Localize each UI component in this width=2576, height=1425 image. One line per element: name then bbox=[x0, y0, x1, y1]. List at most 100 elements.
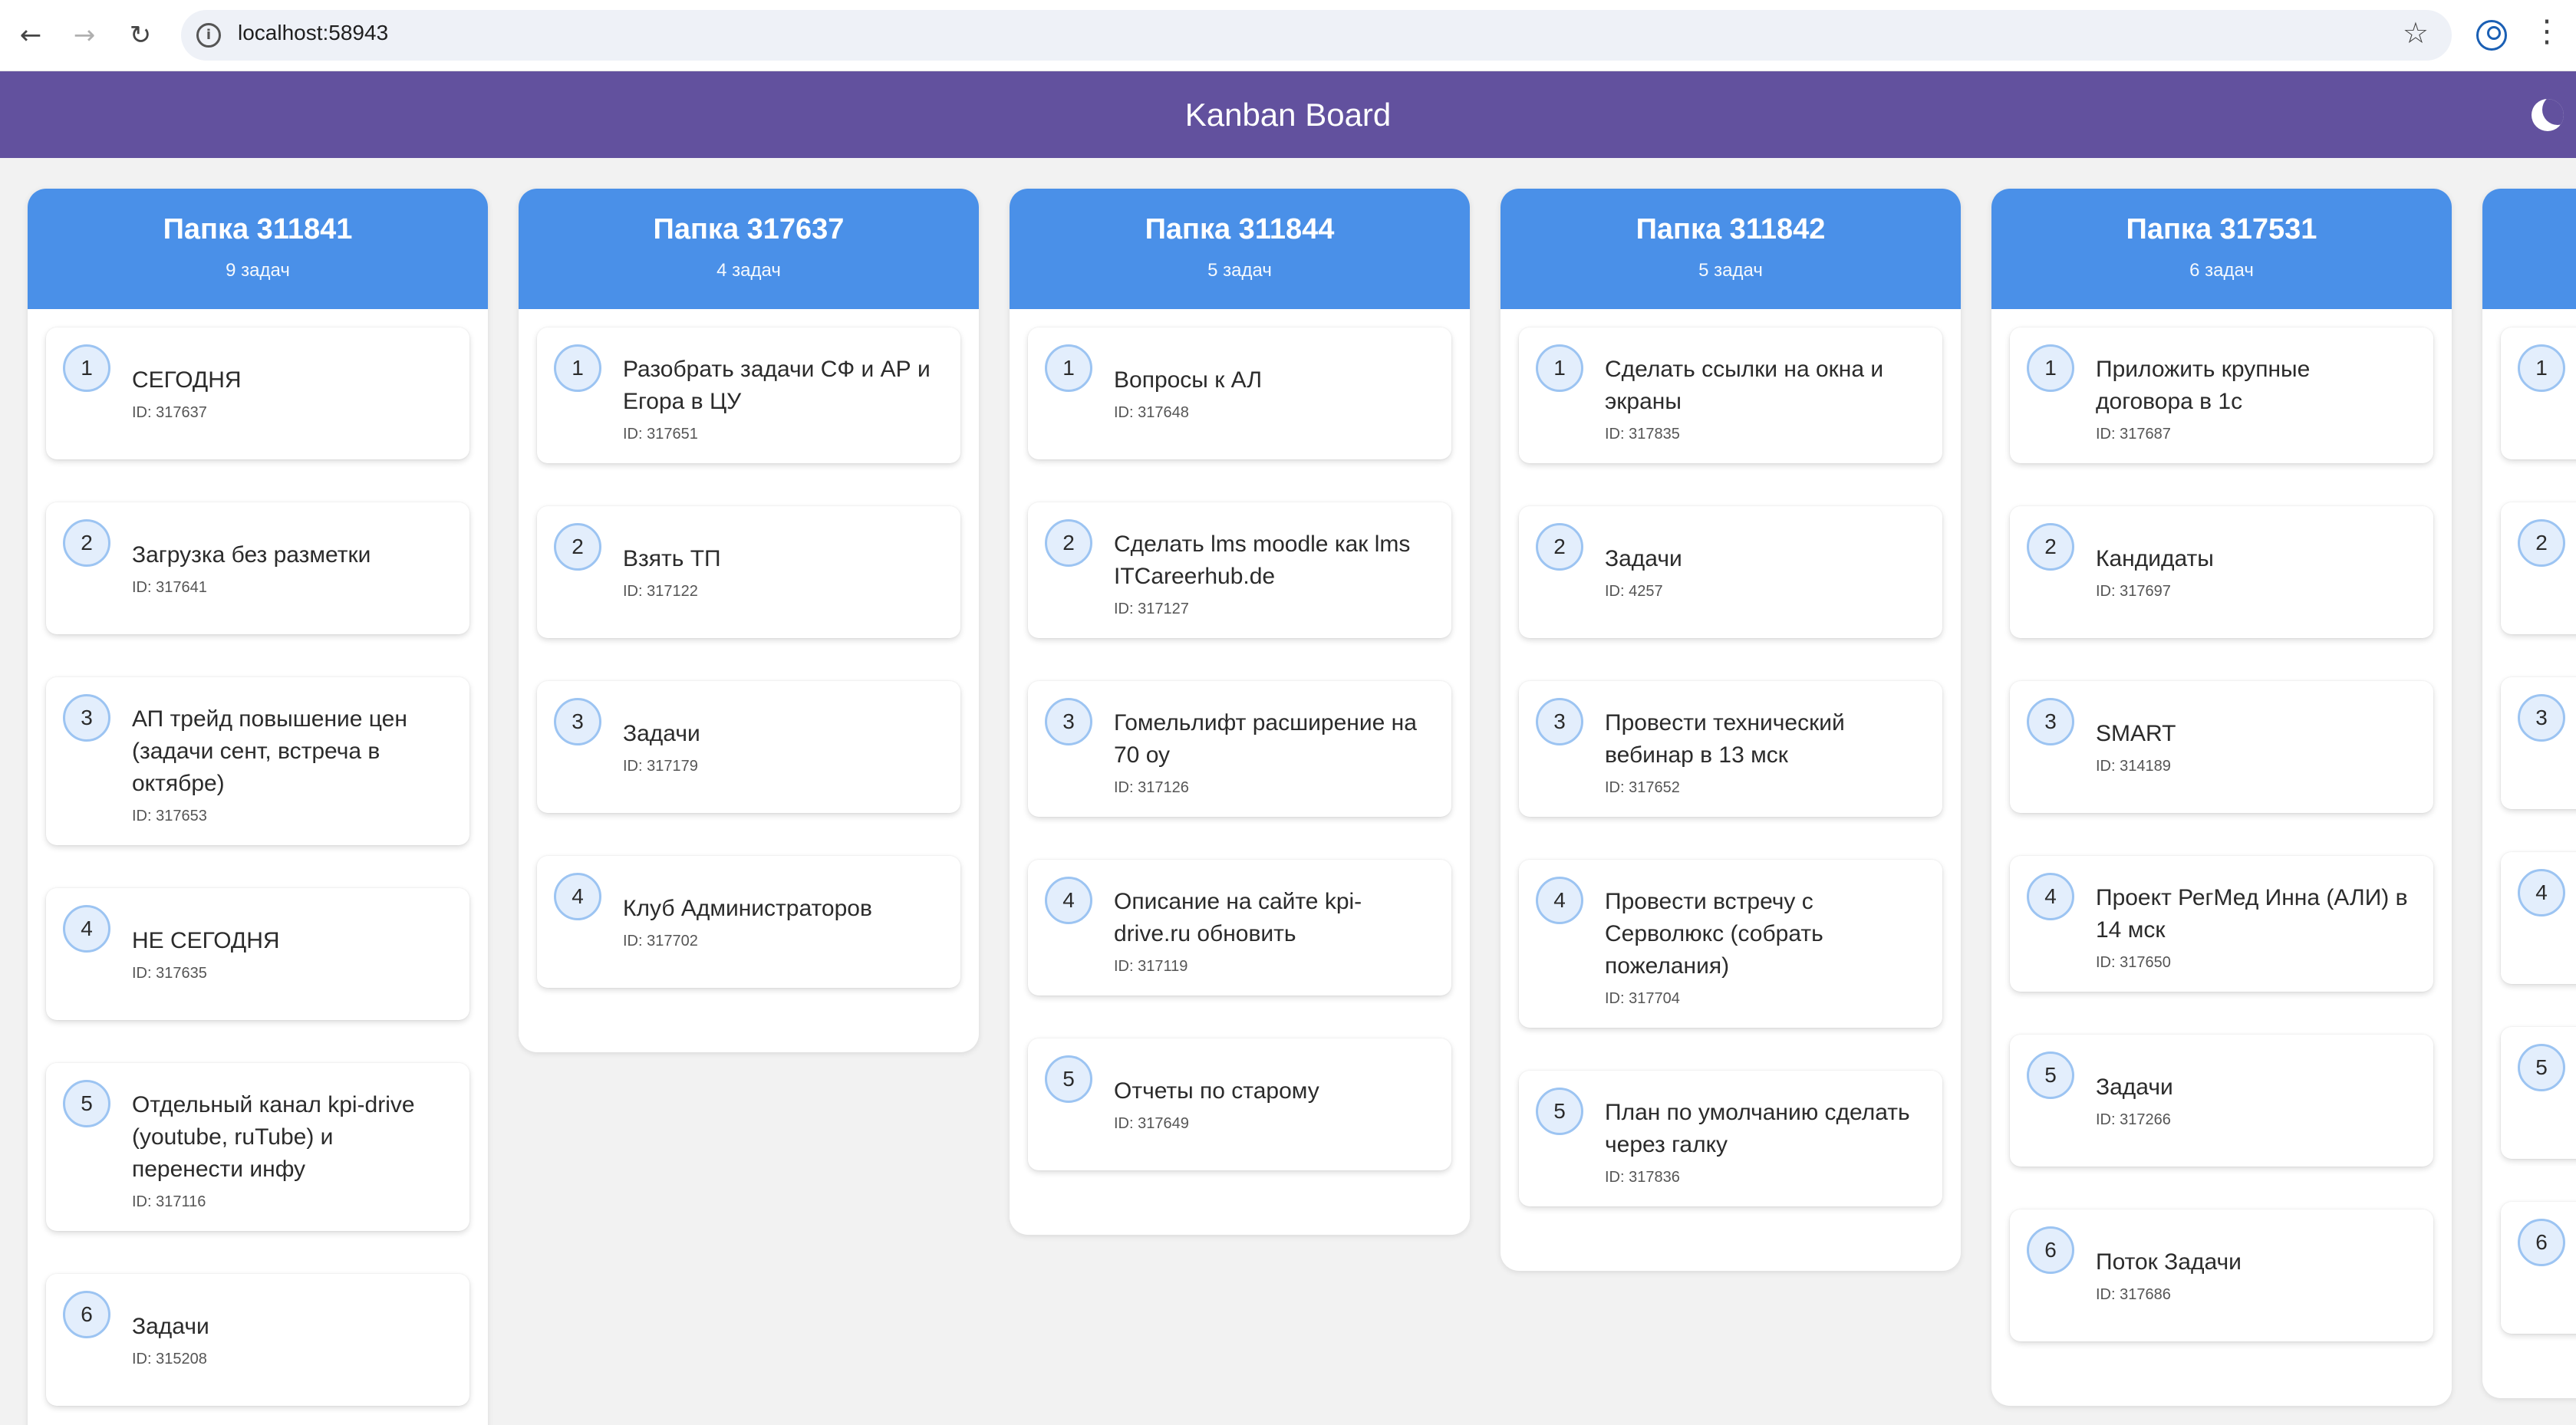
task-number-badge: 1 bbox=[2027, 344, 2074, 392]
task-number-badge: 5 bbox=[2027, 1051, 2074, 1099]
address-bar[interactable]: i localhost:58943 ☆ bbox=[181, 10, 2452, 61]
column-header[interactable]: Папка 311842 5 задач bbox=[1500, 189, 1961, 309]
task-card[interactable]: 2 Загрузка без разметки ID: 317641 bbox=[46, 502, 469, 634]
task-title: Поток Задачи bbox=[2096, 1249, 2242, 1275]
task-card[interactable]: 5 План по умолчанию сделать через галку ID… bbox=[1519, 1071, 1942, 1206]
task-card[interactable]: 3 Провести технический вебинар в 13 мск ID… bbox=[1519, 681, 1942, 817]
task-number-badge: 4 bbox=[2518, 869, 2565, 917]
column-header[interactable] bbox=[2482, 189, 2576, 309]
task-card[interactable]: 4 Проект РегМед Инна (АЛИ) в 14 мск ID: 31… bbox=[2010, 856, 2433, 992]
column-header[interactable]: Папка 317637 4 задач bbox=[519, 189, 979, 309]
browser-menu-icon[interactable]: ⋮ bbox=[2532, 14, 2562, 49]
profile-icon[interactable] bbox=[2476, 20, 2507, 51]
column-header[interactable]: Папка 311841 9 задач bbox=[28, 189, 488, 309]
task-title: Кандидаты bbox=[2096, 546, 2214, 571]
task-title: Сделать lms moodle как lms ITCareerhub.d… bbox=[1114, 531, 1411, 589]
kanban-board: Папка 311841 9 задач 1 СЕГОДНЯ ID: 317637 2 За… bbox=[0, 158, 2576, 1425]
task-card[interactable]: 2 bbox=[2501, 502, 2576, 634]
task-card[interactable]: 4 Клуб Администраторов ID: 317702 bbox=[537, 856, 960, 988]
task-title: Провести встречу с Серволюкс (собрать по… bbox=[1605, 889, 1823, 979]
task-card[interactable]: 3 Задачи ID: 317179 bbox=[537, 681, 960, 813]
task-card[interactable]: 2 Кандидаты ID: 317697 bbox=[2010, 506, 2433, 638]
task-card[interactable]: 2 Сделать lms moodle как lms ITCareerhub.… bbox=[1028, 502, 1451, 638]
task-id: ID: 4257 bbox=[1605, 583, 1663, 600]
column-title: Папка 317637 bbox=[653, 213, 845, 245]
bookmark-star-icon[interactable]: ☆ bbox=[2403, 16, 2429, 50]
kanban-column: 1 2 3 4 5 6 bbox=[2482, 189, 2576, 1398]
task-id: ID: 317179 bbox=[623, 758, 698, 775]
task-number-badge: 2 bbox=[63, 519, 110, 567]
task-title: План по умолчанию сделать через галку bbox=[1605, 1100, 1910, 1157]
column-body: 1 СЕГОДНЯ ID: 317637 2 Загрузка без разметки… bbox=[28, 309, 488, 1425]
task-id: ID: 317653 bbox=[132, 808, 207, 824]
column-task-count: 4 задач bbox=[716, 260, 781, 281]
task-title: Приложить крупные договора в 1с bbox=[2096, 357, 2311, 414]
task-card[interactable]: 1 Приложить крупные договора в 1с ID: 3176… bbox=[2010, 327, 2433, 463]
task-number-badge: 4 bbox=[2027, 873, 2074, 920]
kanban-column: Папка 311841 9 задач 1 СЕГОДНЯ ID: 317637 2 За… bbox=[28, 189, 488, 1425]
task-card[interactable]: 1 bbox=[2501, 327, 2576, 459]
task-card[interactable]: 1 Сделать ссылки на окна и экраны ID: 3178… bbox=[1519, 327, 1942, 463]
task-card[interactable]: 6 Поток Задачи ID: 317686 bbox=[2010, 1209, 2433, 1341]
column-header[interactable]: Папка 317531 6 задач bbox=[1991, 189, 2452, 309]
app-header: Kanban Board bbox=[0, 71, 2576, 158]
task-card[interactable]: 3 Гомельлифт расширение на 70 оу ID: 31712… bbox=[1028, 681, 1451, 817]
task-id: ID: 317266 bbox=[2096, 1111, 2171, 1128]
task-id: ID: 317116 bbox=[132, 1193, 206, 1210]
task-card[interactable]: 2 Взять ТП ID: 317122 bbox=[537, 506, 960, 638]
kanban-column: Папка 311844 5 задач 1 Вопросы к АЛ ID: 3176… bbox=[1010, 189, 1470, 1235]
forward-button[interactable]: → bbox=[69, 15, 100, 55]
task-card[interactable]: 6 bbox=[2501, 1202, 2576, 1334]
task-card[interactable]: 4 Описание на сайте kpi-drive.ru обновить… bbox=[1028, 860, 1451, 996]
column-body: 1 Вопросы к АЛ ID: 317648 2 Сделать lms mood… bbox=[1010, 309, 1470, 1235]
reload-button[interactable]: ↻ bbox=[125, 15, 156, 55]
task-title: Задачи bbox=[623, 721, 700, 746]
reload-icon: ↻ bbox=[129, 20, 152, 51]
task-card[interactable]: 4 Провести встречу с Серволюкс (собрать п… bbox=[1519, 860, 1942, 1028]
site-info-icon[interactable]: i bbox=[196, 23, 221, 48]
kanban-column: Папка 311842 5 задач 1 Сделать ссылки на ок… bbox=[1500, 189, 1961, 1271]
task-title: СЕГОДНЯ bbox=[132, 367, 242, 393]
task-title: Задачи bbox=[1605, 546, 1682, 571]
task-card[interactable]: 1 Вопросы к АЛ ID: 317648 bbox=[1028, 327, 1451, 459]
task-id: ID: 317127 bbox=[1114, 601, 1189, 617]
column-header[interactable]: Папка 311844 5 задач bbox=[1010, 189, 1470, 309]
task-title: Клуб Администраторов bbox=[623, 896, 872, 921]
task-id: ID: 317122 bbox=[623, 583, 698, 600]
task-card[interactable]: 3 SMART ID: 314189 bbox=[2010, 681, 2433, 813]
task-number-badge: 2 bbox=[1536, 523, 1583, 571]
task-card[interactable]: 5 Отчеты по старому ID: 317649 bbox=[1028, 1038, 1451, 1170]
back-button[interactable]: ← bbox=[15, 15, 46, 55]
address-bar-url[interactable]: localhost:58943 bbox=[238, 21, 388, 45]
task-id: ID: 317704 bbox=[1605, 990, 1680, 1007]
task-number-badge: 3 bbox=[554, 698, 601, 745]
moon-icon[interactable] bbox=[2532, 99, 2564, 131]
task-number-badge: 3 bbox=[1536, 698, 1583, 745]
task-card[interactable]: 1 СЕГОДНЯ ID: 317637 bbox=[46, 327, 469, 459]
task-card[interactable]: 1 Разобрать задачи СФ и АР и Егора в ЦУ ID… bbox=[537, 327, 960, 463]
task-number-badge: 3 bbox=[2518, 694, 2565, 742]
task-card[interactable]: 5 Отдельный канал kpi-drive (youtube, ruT… bbox=[46, 1063, 469, 1231]
task-title: Провести технический вебинар в 13 мск bbox=[1605, 710, 1845, 768]
task-id: ID: 317687 bbox=[2096, 426, 2171, 443]
task-id: ID: 317119 bbox=[1114, 958, 1188, 975]
task-number-badge: 2 bbox=[2027, 523, 2074, 571]
task-card[interactable]: 4 НЕ СЕГОДНЯ ID: 317635 bbox=[46, 888, 469, 1020]
task-number-badge: 1 bbox=[1045, 344, 1092, 392]
task-card[interactable]: 4 bbox=[2501, 852, 2576, 984]
task-card[interactable]: 3 bbox=[2501, 677, 2576, 809]
task-card[interactable]: 5 bbox=[2501, 1027, 2576, 1159]
kanban-column: Папка 317531 6 задач 1 Приложить крупные до… bbox=[1991, 189, 2452, 1406]
task-number-badge: 3 bbox=[2027, 698, 2074, 745]
task-card[interactable]: 5 Задачи ID: 317266 bbox=[2010, 1035, 2433, 1167]
task-title: Отдельный канал kpi-drive (youtube, ruTu… bbox=[132, 1092, 415, 1182]
column-task-count: 5 задач bbox=[1698, 260, 1763, 281]
task-id: ID: 317637 bbox=[132, 404, 207, 421]
task-title: Разобрать задачи СФ и АР и Егора в ЦУ bbox=[623, 357, 931, 414]
task-card[interactable]: 2 Задачи ID: 4257 bbox=[1519, 506, 1942, 638]
task-card[interactable]: 3 АП трейд повышение цен (задачи сент, вс… bbox=[46, 677, 469, 845]
task-card[interactable]: 6 Задачи ID: 315208 bbox=[46, 1274, 469, 1406]
column-title: Папка 311841 bbox=[163, 213, 353, 245]
task-title: Описание на сайте kpi-drive.ru обновить bbox=[1114, 889, 1362, 946]
column-task-count: 9 задач bbox=[226, 260, 290, 281]
